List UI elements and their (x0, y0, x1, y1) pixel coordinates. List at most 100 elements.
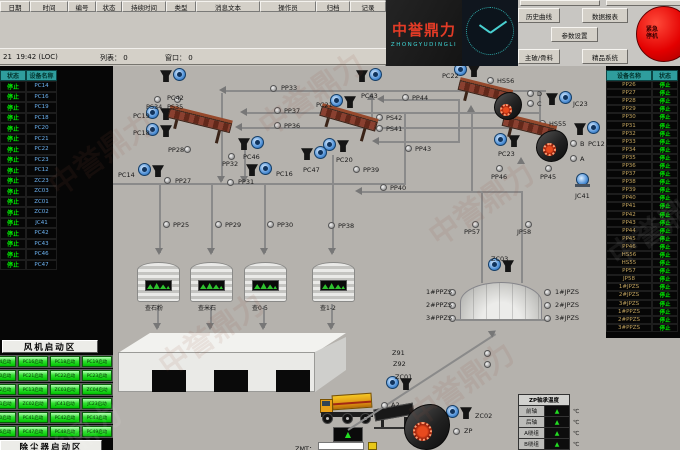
screen-leg (360, 128, 366, 141)
alarm-col-header: 消息文本 (196, 1, 260, 12)
table-row: 停止PC20 (0, 123, 57, 134)
device-label: PC46 (243, 153, 260, 161)
zmt-input[interactable] (318, 442, 364, 450)
warehouse-roof (118, 333, 346, 353)
menu-button[interactable]: 精品系统 (582, 49, 628, 64)
table-row: 停止PC22 (0, 144, 57, 155)
fan-start-button[interactable]: PC41启动 (18, 412, 48, 423)
device-name: 3#JPZS (606, 300, 652, 308)
flow-arrow (372, 137, 379, 145)
table-row: PP57停止 (606, 267, 680, 275)
watermark: 中誉鼎力 (418, 150, 542, 255)
fan-start-button[interactable]: PC21启动 (18, 370, 48, 381)
menu-top-button[interactable] (606, 0, 680, 6)
device-name: ZC23 (26, 176, 57, 187)
alarm-table-body[interactable] (0, 12, 386, 48)
device-name: PC42 (26, 228, 57, 239)
table-row: PP29停止 (606, 105, 680, 113)
flow-arrow (259, 323, 267, 330)
device-status: 停止 (652, 283, 678, 291)
device-label: C (537, 100, 542, 108)
fan-start-button[interactable]: JC41启动 (50, 398, 80, 409)
device-status: 停止 (652, 251, 678, 259)
menu-button[interactable]: 主破/骨料 (518, 49, 560, 64)
fan-start-button[interactable]: PC12启动 (0, 384, 16, 395)
table-row: 1#PPZS停止 (606, 308, 680, 316)
status-indicator (405, 145, 412, 152)
warehouse-door (276, 370, 310, 392)
fan-start-button[interactable]: ZC04启动 (82, 384, 112, 395)
menu-button[interactable]: 历史曲线 (518, 8, 560, 23)
device-label: 3#PPZS (426, 314, 452, 322)
device-name: PP26 (606, 81, 652, 89)
fan-start-grid: PC14启动PC16启动PC18启动PC19启动 PC20启动PC21启动PC22… (0, 356, 112, 437)
device-status: 停止 (0, 228, 26, 239)
device-label: A (580, 155, 584, 163)
fan-start-button[interactable]: PC19启动 (82, 356, 112, 367)
table-row: PP37停止 (606, 170, 680, 178)
table-row: 停止ZC03 (0, 186, 57, 197)
device-status: 停止 (652, 81, 678, 89)
menu-button[interactable]: 数据报表 (582, 8, 628, 23)
device-name: PP32 (606, 130, 652, 138)
device-name: PC20 (26, 123, 57, 134)
alarm-status-bar: 21 19:42 (LOC) 列表： 0 窗口： 0 (0, 48, 386, 65)
device-label: 1#PPZS (426, 288, 452, 296)
device-label: PP38 (338, 222, 354, 230)
menu-button[interactable]: 参数设置 (551, 27, 598, 42)
fan-start-button[interactable]: JC23启动 (82, 398, 112, 409)
hopper-icon (574, 122, 586, 135)
device-status: 停止 (0, 144, 26, 155)
fan-start-button[interactable]: PC48启动 (50, 426, 80, 437)
table-row: 3#PPZS停止 (606, 324, 680, 332)
fan-start-button[interactable]: ZC01启动 (0, 398, 16, 409)
device-status: 停止 (0, 176, 26, 187)
fan-start-button[interactable]: PC43启动 (82, 412, 112, 423)
pipe-line (379, 141, 459, 143)
device-status: 停止 (652, 97, 678, 105)
fan-start-button[interactable]: PC18启动 (50, 356, 80, 367)
company-logo: 中誉鼎力 ZHONGYUDINGLI (386, 0, 462, 66)
fan-start-button[interactable]: ZC02启动 (18, 398, 48, 409)
warehouse-door (152, 370, 186, 392)
status-indicator (376, 114, 383, 121)
fan-start-button[interactable]: PC14启动 (0, 356, 16, 367)
device-label: Z91 (392, 349, 405, 357)
status-indicator (453, 428, 460, 435)
device-name: PP38 (606, 178, 652, 186)
fan-start-button[interactable]: PC22启动 (50, 370, 80, 381)
alarm-col-header: 编号 (68, 1, 96, 12)
device-name: HS56 (606, 251, 652, 259)
table-row: HS56停止 (606, 251, 680, 259)
fan-start-button[interactable]: PC40启动 (0, 412, 16, 423)
fan-start-button[interactable]: PC42启动 (50, 412, 80, 423)
table-row: 停止ZC23 (0, 176, 57, 187)
device-name: PP45 (606, 235, 652, 243)
pipe-line (159, 185, 161, 253)
status-indicator (527, 90, 534, 97)
dust-collector-blower-icon (546, 91, 572, 105)
screen-leg (463, 92, 468, 101)
silo (312, 262, 355, 302)
fan-start-button[interactable]: PC20启动 (0, 370, 16, 381)
fan-start-button[interactable]: ZC03启动 (50, 384, 80, 395)
fan-start-button[interactable]: PC49启动 (82, 426, 112, 437)
right-device-panel: 设备名称状态 PP26停止PP27停止PP28停止PP29停止PP30停止PP3… (606, 66, 680, 338)
device-status: 停止 (652, 202, 678, 210)
fan-start-button[interactable]: PC46启动 (0, 426, 16, 437)
fan-start-button[interactable]: PC13启动 (18, 384, 48, 395)
dust-collector-blower-icon (246, 162, 272, 176)
fan-start-button[interactable]: PC47启动 (18, 426, 48, 437)
device-status: 停止 (652, 194, 678, 202)
device-name: PP57 (606, 267, 652, 275)
warehouse-door (214, 370, 248, 392)
fan-start-button[interactable]: PC23启动 (82, 370, 112, 381)
menu-top-button[interactable] (520, 0, 600, 6)
fan-start-button[interactable]: PC16启动 (18, 356, 48, 367)
temp-row: A绕组▲ (519, 428, 569, 439)
dump-truck (318, 388, 376, 428)
temp-unit: ℃ (573, 409, 579, 415)
device-status: 停止 (0, 155, 26, 166)
flow-arrow (240, 108, 247, 116)
device-name: PP44 (606, 227, 652, 235)
